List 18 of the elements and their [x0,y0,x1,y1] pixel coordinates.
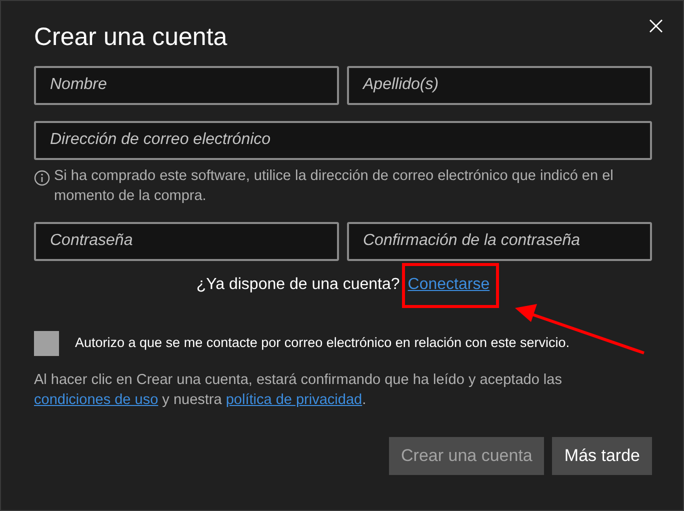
input-field[interactable]: Confirmación de la contraseña [347,222,652,260]
login-prompt-text: ¿Ya dispone de una cuenta? [196,274,400,294]
hint-text: Si ha comprado este software, utilice la dirección de correo electrónico que indicó en el momento de la compra. [54,166,614,206]
login-link[interactable]: Conectarse [408,276,490,292]
terms-text: Al hacer clic en Crear una cuenta, estará confirmando que ha leído y aceptado las condiciones de uso y nuestra política de privacidad. [34,370,563,410]
input-field[interactable]: Apellido(s) [347,66,652,104]
email-field[interactable]: Dirección de correo electrónico [34,120,652,160]
consent-label: Autorizo a que se me contacte por correo electrónico en relación con este servicio. [75,334,570,352]
dialog-title: Crear una cuenta [34,22,228,53]
later-button[interactable]: Más tarde [552,436,652,474]
checkbox[interactable] [34,330,59,356]
terms-link[interactable]: política de privacidad [226,392,362,408]
terms-link[interactable]: condiciones de uso [34,392,158,408]
close-icon [649,19,663,33]
info-icon [34,170,50,186]
input-field[interactable]: Contraseña [34,222,339,260]
input-field[interactable]: Nombre [34,66,339,104]
close-button[interactable] [647,17,665,35]
